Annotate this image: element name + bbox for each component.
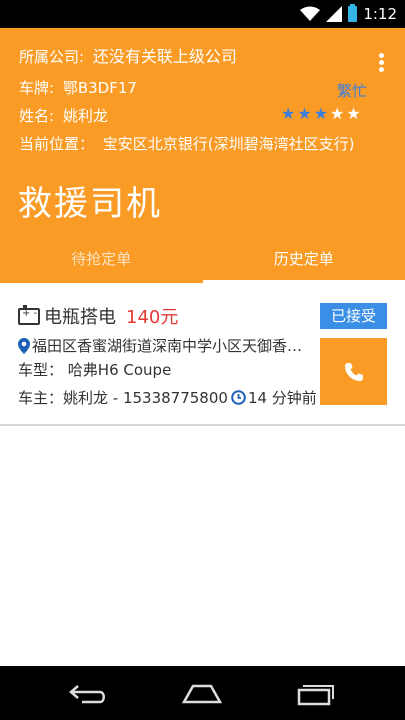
car-battery-icon (18, 304, 40, 325)
order-tabs: 待抢定单 历史定单 (0, 242, 405, 283)
owner-value: 姚利龙 - 15338775800 (63, 389, 228, 407)
battery-icon (348, 4, 358, 22)
rating-star: ★ (346, 104, 361, 123)
owner-label: 车主： (18, 389, 64, 407)
name-label: 姓名: (19, 107, 55, 125)
status-badge[interactable]: 繁忙 (337, 80, 367, 101)
company-row: 所属公司: 还没有关联上级公司 (19, 47, 237, 67)
plate-label: 车牌: (19, 79, 55, 97)
car-label: 车型： (18, 361, 64, 379)
rating-star: ★ (330, 104, 345, 123)
order-card[interactable]: 电瓶搭电 140元 已接受 福田区香蜜湖街道深南中学小区天御香… 车型： 哈弗H… (0, 283, 405, 426)
rating-stars: ★ ★ ★ ★ ★ (281, 104, 361, 123)
plate-row: 车牌: 鄂B3DF17 (19, 78, 137, 98)
overflow-menu-icon[interactable] (378, 53, 384, 73)
signal-icon (326, 6, 343, 22)
rating-star: ★ (281, 104, 296, 123)
service-name: 电瓶搭电 (44, 307, 116, 328)
rating-star: ★ (313, 104, 329, 123)
tab-pending-orders[interactable]: 待抢定单 (0, 242, 203, 283)
phone-icon (344, 362, 363, 381)
tab-history-orders[interactable]: 历史定单 (202, 242, 405, 283)
order-address: 福田区香蜜湖街道深南中学小区天御香… (18, 335, 318, 356)
car-model-row: 车型： 哈弗H6 Coupe (18, 359, 171, 380)
address-text: 福田区香蜜湖街道深南中学小区天御香… (32, 337, 303, 355)
rating-star: ★ (297, 104, 312, 123)
page-title: 救援司机 (18, 184, 162, 224)
order-time-ago: 14 分钟前 (247, 389, 317, 407)
company-value: 还没有关联上级公司 (92, 47, 237, 66)
clock-icon (231, 390, 246, 405)
location-label: 当前位置： (19, 135, 95, 153)
plate-value: 鄂B3DF17 (62, 79, 137, 97)
wifi-icon (300, 6, 321, 21)
order-status-badge: 已接受 (320, 303, 387, 329)
status-time: 1:12 (363, 5, 397, 23)
location-value: 宝安区北京银行(深圳碧海湾社区支行) (102, 135, 355, 153)
car-value: 哈弗H6 Coupe (67, 361, 172, 379)
system-nav-bar (0, 666, 405, 720)
driver-header: 所属公司: 还没有关联上级公司 车牌: 鄂B3DF17 繁忙 姓名: 姚利龙 ★… (0, 28, 405, 283)
name-row: 姓名: 姚利龙 (19, 106, 108, 126)
location-row: 当前位置： 宝安区北京银行(深圳碧海湾社区支行) (19, 134, 355, 154)
order-list: 电瓶搭电 140元 已接受 福田区香蜜湖街道深南中学小区天御香… 车型： 哈弗H… (0, 283, 405, 666)
back-icon[interactable] (68, 680, 110, 706)
name-value: 姚利龙 (62, 107, 108, 125)
status-bar: 1:12 (0, 0, 405, 28)
location-pin-icon (18, 337, 30, 354)
company-label: 所属公司: (19, 48, 85, 66)
home-icon[interactable] (181, 680, 223, 706)
owner-row: 车主： 姚利龙 - 15338775800 14 分钟前 (18, 387, 317, 408)
service-title: 电瓶搭电 140元 (18, 303, 178, 329)
call-button[interactable] (320, 338, 387, 405)
order-price: 140元 (126, 307, 179, 328)
recent-apps-icon[interactable] (294, 680, 336, 706)
